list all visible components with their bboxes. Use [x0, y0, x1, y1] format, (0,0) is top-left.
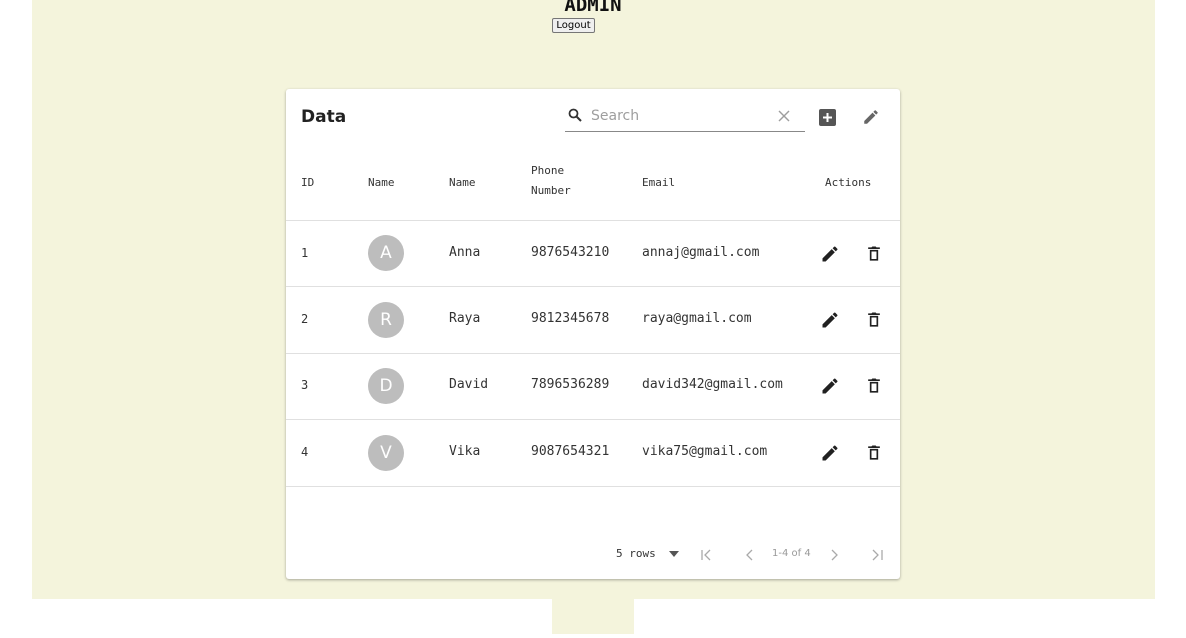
- page-title: ADMIN: [564, 0, 622, 16]
- previous-page-icon[interactable]: [743, 548, 757, 562]
- column-header-avatar[interactable]: Name: [368, 173, 395, 193]
- avatar: R: [368, 302, 404, 338]
- search-bar: [565, 103, 805, 132]
- divider: [286, 220, 900, 221]
- column-header-phone[interactable]: Phone Number: [531, 161, 591, 201]
- row-email: raya@gmail.com: [642, 311, 752, 326]
- edit-icon[interactable]: [820, 443, 840, 463]
- avatar: A: [368, 235, 404, 271]
- row-name: David: [449, 377, 489, 392]
- row-phone: 9087654321: [531, 444, 610, 459]
- delete-icon[interactable]: [864, 376, 884, 396]
- edit-icon[interactable]: [820, 310, 840, 330]
- row-email: david342@gmail.com: [642, 377, 783, 392]
- divider: [286, 486, 900, 487]
- data-table-card: Data ID Name Name Phone Number Email Act…: [286, 89, 900, 579]
- edit-icon[interactable]: [862, 108, 880, 126]
- delete-icon[interactable]: [864, 443, 884, 463]
- delete-icon[interactable]: [864, 244, 884, 264]
- column-header-actions: Actions: [825, 176, 872, 189]
- row-id: 3: [301, 378, 309, 392]
- row-email: vika75@gmail.com: [642, 444, 768, 459]
- next-page-icon[interactable]: [827, 548, 841, 562]
- row-id: 2: [301, 312, 309, 326]
- table-title: Data: [301, 107, 347, 127]
- row-phone: 9812345678: [531, 311, 610, 326]
- avatar: V: [368, 435, 404, 471]
- row-name: Raya: [449, 311, 481, 326]
- row-id: 4: [301, 445, 309, 459]
- row-phone: 7896536289: [531, 377, 610, 392]
- search-icon: [568, 108, 582, 122]
- row-id: 1: [301, 246, 309, 260]
- row-email: annaj@gmail.com: [642, 245, 760, 260]
- add-icon[interactable]: [819, 109, 836, 126]
- edit-icon[interactable]: [820, 244, 840, 264]
- logout-button[interactable]: Logout: [552, 18, 595, 33]
- delete-icon[interactable]: [864, 310, 884, 330]
- column-header-name[interactable]: Name: [449, 173, 476, 193]
- divider: [286, 353, 900, 354]
- last-page-icon[interactable]: [870, 548, 884, 562]
- chevron-down-icon[interactable]: [669, 551, 679, 557]
- rows-per-page-select[interactable]: 5 rows: [616, 547, 656, 560]
- search-input[interactable]: [591, 106, 771, 126]
- row-phone: 9876543210: [531, 245, 610, 260]
- page-range: 1-4 of 4: [772, 548, 811, 559]
- close-icon[interactable]: [778, 110, 790, 122]
- column-header-email[interactable]: Email: [642, 173, 675, 193]
- row-name: Anna: [449, 245, 481, 260]
- row-name: Vika: [449, 444, 481, 459]
- divider: [286, 286, 900, 287]
- page-background-strip: [552, 599, 634, 634]
- column-header-id[interactable]: ID: [301, 173, 314, 193]
- first-page-icon[interactable]: [700, 548, 714, 562]
- divider: [286, 419, 900, 420]
- edit-icon[interactable]: [820, 376, 840, 396]
- avatar: D: [368, 368, 404, 404]
